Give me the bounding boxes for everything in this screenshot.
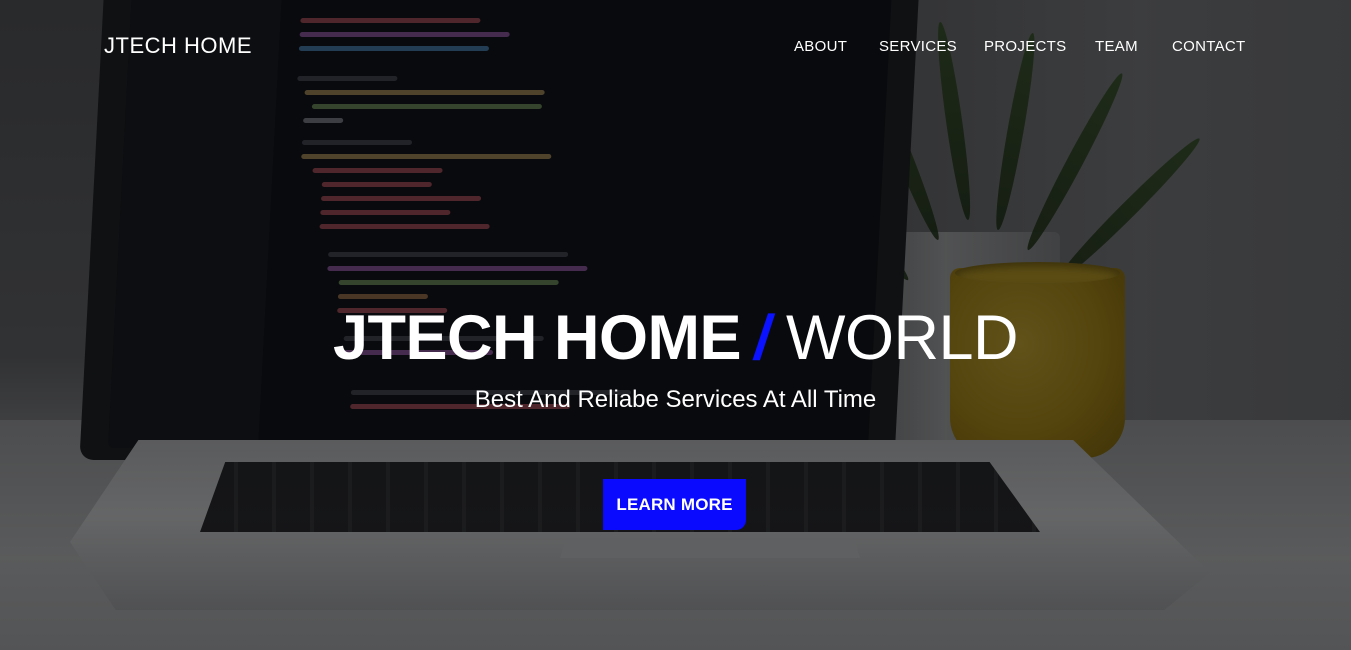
hero-title: JTECH HOME / WORLD <box>0 300 1351 376</box>
hero-title-slash: / <box>750 303 777 373</box>
learn-more-button[interactable]: LEARN MORE <box>603 479 746 530</box>
hero-title-strong: JTECH HOME <box>332 303 742 373</box>
hero-title-light: WORLD <box>786 303 1019 373</box>
hero-subtitle: Best And Reliabe Services At All Time <box>474 386 877 413</box>
hero-section: JTECH HOME / WORLD Best And Reliabe Servic… <box>0 0 1351 650</box>
